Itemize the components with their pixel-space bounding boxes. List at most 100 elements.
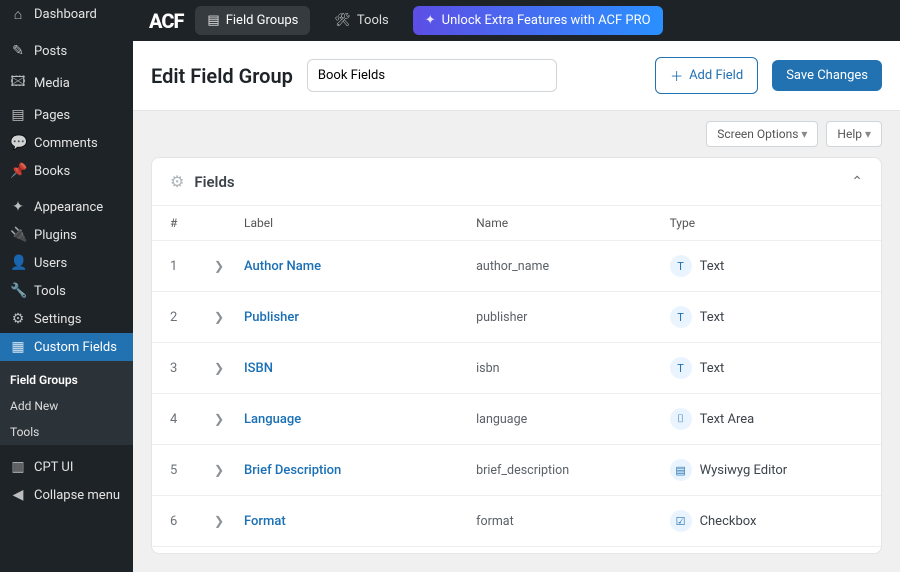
expand-row-icon[interactable]: ❯	[214, 463, 244, 477]
col-label: Label	[244, 216, 476, 230]
topbar-field-groups-label: Field Groups	[226, 13, 299, 28]
fields-header: # Label Name Type	[152, 206, 881, 241]
sidebar-item-books[interactable]: 📌 Books	[0, 157, 133, 185]
field-type-label: Text	[700, 361, 725, 376]
field-row[interactable]: 4❯Languagelanguage⌷Text Area	[152, 394, 881, 445]
sidebar-item-dashboard[interactable]: ⌂ Dashboard	[0, 0, 133, 29]
screen-options-button[interactable]: Screen Options	[706, 121, 818, 147]
field-row[interactable]: 1❯Author Name author_nameT Text	[152, 241, 881, 292]
topbar-pro-upsell[interactable]: ✦ Unlock Extra Features with ACF PRO	[413, 6, 663, 35]
save-changes-button[interactable]: Save Changes	[772, 60, 882, 91]
field-name: brief_description	[476, 463, 669, 478]
wrench-icon: 🛠	[334, 13, 351, 28]
field-row-number: 1	[170, 259, 214, 274]
sidebar-item-label: Tools	[34, 284, 66, 299]
field-row-number: 4	[170, 412, 214, 427]
admin-sidebar: ⌂ Dashboard ✎Posts🖾Media▤Pages💬Comments 📌 Bo…	[0, 0, 133, 572]
field-type-label: Checkbox	[700, 514, 757, 529]
sidebar-item-comments[interactable]: 💬Comments	[0, 129, 133, 157]
cpt-icon: ▥	[10, 459, 26, 475]
topbar-pro-label: Unlock Extra Features with ACF PRO	[442, 13, 651, 28]
field-type-icon: T	[670, 306, 692, 328]
plus-icon: ＋	[670, 66, 683, 85]
sidebar-icon: ✦	[10, 199, 26, 215]
field-name: author_name	[476, 259, 669, 274]
sidebar-item-users[interactable]: 👤 Users	[0, 249, 133, 277]
expand-row-icon[interactable]: ❯	[214, 259, 244, 273]
sidebar-item-label: Posts	[34, 44, 67, 59]
sidebar-sub-field-groups[interactable]: Field Groups	[0, 367, 133, 393]
field-label-link[interactable]: Author Name	[244, 259, 321, 274]
field-label-link[interactable]: Publisher	[244, 310, 299, 325]
field-row[interactable]: 3❯ISBNisbnTText	[152, 343, 881, 394]
sidebar-icon: 📌	[10, 163, 26, 179]
expand-row-icon[interactable]: ❯	[214, 361, 244, 375]
add-field-button[interactable]: ＋ Add Field	[655, 57, 758, 94]
field-row[interactable]: 2❯PublisherpublisherTText	[152, 292, 881, 343]
topbar-tools-label: Tools	[357, 13, 389, 28]
expand-row-icon[interactable]: ❯	[214, 412, 244, 426]
field-name: isbn	[476, 361, 669, 376]
sidebar-sub-add-new[interactable]: Add New	[0, 393, 133, 419]
field-type-label: Text	[700, 259, 725, 274]
sidebar-item-label: Collapse menu	[34, 488, 120, 503]
field-row[interactable]: 6❯Formatformat☑Checkbox	[152, 496, 881, 547]
sidebar-item-custom-fields[interactable]: ▦Custom Fields	[0, 333, 133, 361]
topbar-tools[interactable]: 🛠 Tools	[322, 6, 400, 35]
add-field-label: Add Field	[689, 68, 743, 83]
sidebar-item-settings[interactable]: ⚙Settings	[0, 305, 133, 333]
sidebar-item-label: Users	[34, 256, 67, 271]
sidebar-item-plugins[interactable]: 🔌Plugins	[0, 221, 133, 249]
sidebar-item-tools[interactable]: 🔧Tools	[0, 277, 133, 305]
field-type-icon: T	[670, 255, 692, 277]
field-label-link[interactable]: Language	[244, 412, 301, 427]
col-name: Name	[476, 216, 669, 230]
collapse-icon: ◀	[10, 487, 26, 503]
screen-options-row: Screen Options Help	[133, 111, 900, 157]
layers-icon: ▤	[207, 13, 219, 28]
expand-row-icon[interactable]: ❯	[214, 310, 244, 324]
save-changes-label: Save Changes	[786, 68, 868, 83]
sidebar-icon: ⌂	[10, 6, 26, 23]
sidebar-item-label: Settings	[34, 312, 81, 327]
sidebar-sub-tools[interactable]: Tools	[0, 419, 133, 445]
sidebar-icon: ▤	[10, 107, 26, 123]
help-button[interactable]: Help	[826, 121, 882, 147]
collapse-panel-icon[interactable]: ⌃	[851, 174, 863, 190]
gear-icon: ⚙	[170, 172, 184, 191]
acf-logo: ACF	[149, 9, 183, 33]
col-number: #	[170, 216, 214, 230]
fields-title: Fields	[194, 173, 234, 191]
field-type-label: Wysiwyg Editor	[700, 463, 788, 478]
sidebar-collapse[interactable]: ◀ Collapse menu	[0, 481, 133, 509]
acf-topbar: ACF ▤ Field Groups 🛠 Tools ✦ Unlock Extr…	[133, 0, 900, 41]
sidebar-item-label: Comments	[34, 136, 98, 151]
field-row-number: 6	[170, 514, 214, 529]
sidebar-item-pages[interactable]: ▤Pages	[0, 101, 133, 129]
sidebar-item-posts[interactable]: ✎Posts	[0, 37, 133, 65]
sidebar-icon: 🔌	[10, 227, 26, 243]
field-label-link[interactable]: ISBN	[244, 361, 273, 376]
field-label-link[interactable]: Brief Description	[244, 463, 341, 478]
field-name: format	[476, 514, 669, 529]
field-row[interactable]: 7❯Ratingrating◎Radio Button	[152, 547, 881, 554]
sidebar-item-cpt-ui[interactable]: ▥ CPT UI	[0, 453, 133, 481]
sidebar-item-label: Books	[34, 164, 70, 179]
sidebar-item-label: CPT UI	[34, 460, 73, 475]
sidebar-item-appearance[interactable]: ✦Appearance	[0, 193, 133, 221]
expand-row-icon[interactable]: ❯	[214, 514, 244, 528]
sidebar-item-media[interactable]: 🖾Media	[0, 65, 133, 101]
sidebar-icon: 🖾	[10, 71, 26, 95]
title-bar: Edit Field Group ＋ Add Field Save Change…	[133, 41, 900, 111]
sidebar-icon: 👤	[10, 255, 26, 271]
field-name: language	[476, 412, 669, 427]
col-type: Type	[670, 216, 863, 230]
page-title: Edit Field Group	[151, 64, 293, 88]
field-row[interactable]: 5❯Brief Descriptionbrief_description▤Wys…	[152, 445, 881, 496]
field-type-icon: ⌷	[670, 408, 692, 430]
sidebar-item-label: Dashboard	[34, 7, 97, 22]
field-name: publisher	[476, 310, 669, 325]
topbar-field-groups[interactable]: ▤ Field Groups	[195, 6, 310, 35]
field-label-link[interactable]: Format	[244, 514, 286, 529]
group-name-input[interactable]	[307, 59, 557, 92]
